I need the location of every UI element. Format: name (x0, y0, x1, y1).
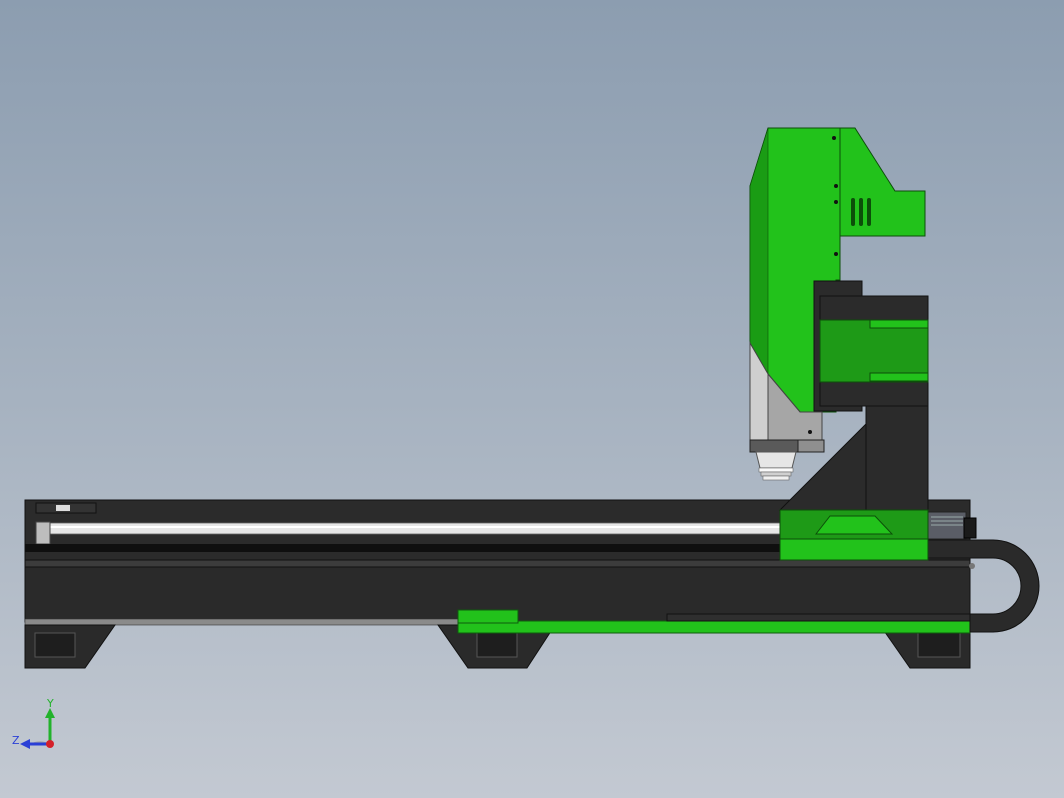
cover-side-face (749, 127, 769, 376)
vent-slot-3 (867, 198, 871, 226)
gantry-carriage-lower (779, 538, 929, 561)
view-triad[interactable] (20, 708, 55, 749)
z-axis-arrow (20, 739, 30, 749)
spindle-collar-dark (749, 439, 799, 453)
linear-guide-rail (39, 522, 786, 535)
lower-green-block (457, 609, 519, 624)
chain-pin (969, 563, 975, 569)
cnc-router-model[interactable] (0, 0, 1064, 798)
graphics-viewport[interactable]: Y Z (0, 0, 1064, 798)
base-bottom-strip (24, 618, 461, 626)
vent-slot-1 (851, 198, 855, 226)
rail-end-block (35, 521, 51, 545)
lower-cover (666, 613, 971, 622)
motor-connector (963, 517, 977, 539)
bracket-slot (56, 505, 70, 511)
spindle-nose (755, 451, 797, 469)
lower-green-rail (457, 620, 971, 634)
triad-z-label: Z (12, 734, 20, 747)
z-rail-cap-top (869, 319, 929, 329)
beam-shadow-band (25, 544, 785, 552)
foot-right-pad (917, 632, 961, 658)
triad-y-label: Y (47, 697, 54, 710)
collet-nut (762, 475, 790, 481)
gantry-column (865, 394, 929, 514)
foot-left-pad (34, 632, 76, 658)
z-rail-cap-bottom (869, 372, 929, 382)
spindle-collar-light (797, 439, 825, 453)
foot-middle-pad (476, 632, 518, 658)
vent-slot-2 (859, 198, 863, 226)
x-axis-dot (46, 740, 54, 748)
